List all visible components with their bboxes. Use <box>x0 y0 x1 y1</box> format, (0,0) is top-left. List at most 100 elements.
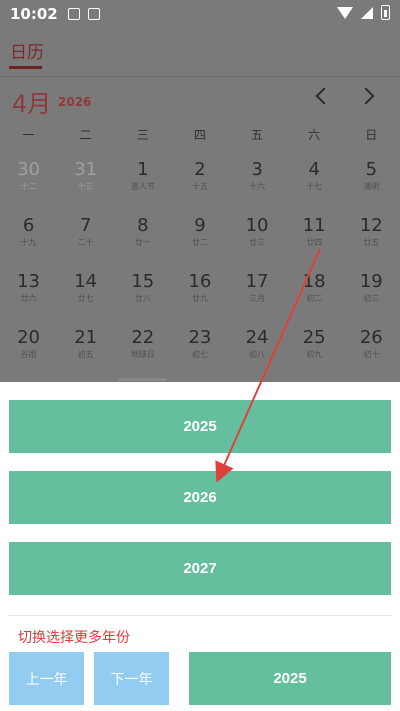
calendar-day-cell[interactable]: 26 初十 <box>343 327 400 383</box>
day-number: 3 <box>251 159 263 180</box>
day-number: 14 <box>74 271 98 292</box>
prev-year-button[interactable]: 上一年 <box>9 652 84 705</box>
lunar-label: 初五 <box>77 350 94 359</box>
calendar-day-cell[interactable]: 4 十七 <box>286 159 343 215</box>
day-number: 23 <box>188 327 212 348</box>
calendar-day-cell[interactable]: 7 二十 <box>57 215 114 271</box>
sheet-drag-handle[interactable] <box>117 378 167 381</box>
calendar-day-cell[interactable]: 1 愚人节 <box>114 159 171 215</box>
lunar-label: 清明 <box>363 182 380 191</box>
calendar-day-cell[interactable]: 25 初九 <box>286 327 343 383</box>
lunar-label: 十六 <box>249 182 266 191</box>
calendar-day-cell[interactable]: 18 初二 <box>286 271 343 327</box>
day-number: 1 <box>137 159 149 180</box>
day-number: 30 <box>17 159 41 180</box>
day-number: 26 <box>359 327 383 348</box>
next-year-button[interactable]: 下一年 <box>94 652 169 705</box>
year-option-button[interactable]: 2025 <box>9 400 391 453</box>
lunar-label: 十二 <box>20 182 37 191</box>
calendar-day-cell[interactable]: 17 三月 <box>229 271 286 327</box>
battery-icon <box>381 5 390 20</box>
lunar-label: 十三 <box>77 182 94 191</box>
lunar-label: 初八 <box>249 350 266 359</box>
calendar-day-cell[interactable]: 16 廿九 <box>171 271 228 327</box>
lunar-label: 十五 <box>191 182 208 191</box>
signal-icon <box>361 6 373 19</box>
day-number: 17 <box>245 271 269 292</box>
status-time: 10:02 <box>10 5 58 23</box>
calendar-week-row: 30 十二 31 十三 1 愚人节 2 十五 3 十六 4 十七 5 清明 <box>0 159 400 215</box>
lunar-label: 廿三 <box>249 238 266 247</box>
lunar-label: 廿一 <box>134 238 151 247</box>
year-picker-sheet: 2025 2026 2027 切换选择更多年份 上一年 下一年 2025 <box>0 382 400 711</box>
lunar-label: 三月 <box>249 294 266 303</box>
calendar-day-cell[interactable]: 9 廿二 <box>171 215 228 271</box>
lunar-label: 愚人节 <box>130 182 155 191</box>
calendar-day-cell[interactable]: 14 廿七 <box>57 271 114 327</box>
image-notification-icon <box>67 8 80 20</box>
calendar-day-cell[interactable]: 23 初七 <box>171 327 228 383</box>
calendar-day-cell[interactable]: 20 谷雨 <box>0 327 57 383</box>
calendar-day-cell[interactable]: 30 十二 <box>0 159 57 215</box>
calendar-day-cell[interactable]: 2 十五 <box>171 159 228 215</box>
calendar-day-cell[interactable]: 5 清明 <box>343 159 400 215</box>
day-number: 10 <box>245 215 269 236</box>
weekday-label: 三 <box>136 128 149 142</box>
calendar-day-cell[interactable]: 19 初三 <box>343 271 400 327</box>
weekday-label: 六 <box>308 128 321 142</box>
lunar-label: 初十 <box>363 350 380 359</box>
calendar-day-cell[interactable]: 22 地球日 <box>114 327 171 383</box>
tab-calendar[interactable]: 日历 <box>10 38 44 63</box>
calendar-day-cell[interactable]: 10 廿三 <box>229 215 286 271</box>
calendar-day-cell[interactable]: 12 廿五 <box>343 215 400 271</box>
prev-month-icon[interactable] <box>315 87 333 105</box>
calendar-day-cell[interactable]: 6 十九 <box>0 215 57 271</box>
lunar-label: 地球日 <box>130 350 155 359</box>
day-number: 12 <box>359 215 383 236</box>
lunar-label: 初九 <box>306 350 323 359</box>
day-number: 8 <box>137 215 149 236</box>
calendar-day-cell[interactable]: 24 初八 <box>229 327 286 383</box>
day-number: 18 <box>302 271 326 292</box>
lunar-label: 廿五 <box>363 238 380 247</box>
lunar-label: 廿八 <box>134 294 151 303</box>
day-number: 5 <box>365 159 378 180</box>
calendar-day-cell[interactable]: 31 十三 <box>57 159 114 215</box>
year-option-button[interactable]: 2026 <box>9 471 391 524</box>
calendar-day-cell[interactable]: 8 廿一 <box>114 215 171 271</box>
picker-hint: 切换选择更多年份 <box>18 630 130 646</box>
picker-divider <box>9 615 391 616</box>
header-divider <box>0 76 400 77</box>
calendar-week-row: 6 十九 7 二十 8 廿一 9 廿二 10 廿三 11 廿四 12 廿五 <box>0 215 400 271</box>
status-notification-icons <box>67 8 100 20</box>
day-number: 11 <box>302 215 326 236</box>
calendar-day-cell[interactable]: 3 十六 <box>229 159 286 215</box>
year-label[interactable]: 2026 <box>58 95 91 109</box>
weekday-label: 四 <box>193 128 206 142</box>
weekday-header: 一二三四五六日 <box>0 126 400 143</box>
calendar-background: 日历 4月 2026 一二三四五六日 30 十二 31 十三 1 愚人节 2 十五 3 十六 4 十七… <box>0 28 400 382</box>
day-number: 13 <box>17 271 41 292</box>
lunar-label: 初二 <box>306 294 323 303</box>
wifi-icon <box>337 6 353 19</box>
lunar-label: 廿九 <box>191 294 208 303</box>
year-option-button[interactable]: 2027 <box>9 542 391 595</box>
day-number: 20 <box>17 327 41 348</box>
day-number: 6 <box>22 215 35 236</box>
lunar-label: 初三 <box>363 294 380 303</box>
day-number: 31 <box>74 159 98 180</box>
day-number: 21 <box>74 327 98 348</box>
calendar-day-cell[interactable]: 13 廿六 <box>0 271 57 327</box>
calendar-day-cell[interactable]: 21 初五 <box>57 327 114 383</box>
day-number: 2 <box>194 159 206 180</box>
calendar-day-cell[interactable]: 15 廿八 <box>114 271 171 327</box>
lunar-label: 十七 <box>306 182 323 191</box>
next-month-icon[interactable] <box>357 87 375 105</box>
weekday-label: 一 <box>22 128 35 142</box>
weekday-label: 日 <box>365 128 378 142</box>
lunar-label: 二十 <box>77 238 94 247</box>
day-number: 4 <box>308 159 320 180</box>
calendar-day-cell[interactable]: 11 廿四 <box>286 215 343 271</box>
current-year-button[interactable]: 2025 <box>189 652 391 705</box>
app-notification-icon <box>87 8 100 20</box>
